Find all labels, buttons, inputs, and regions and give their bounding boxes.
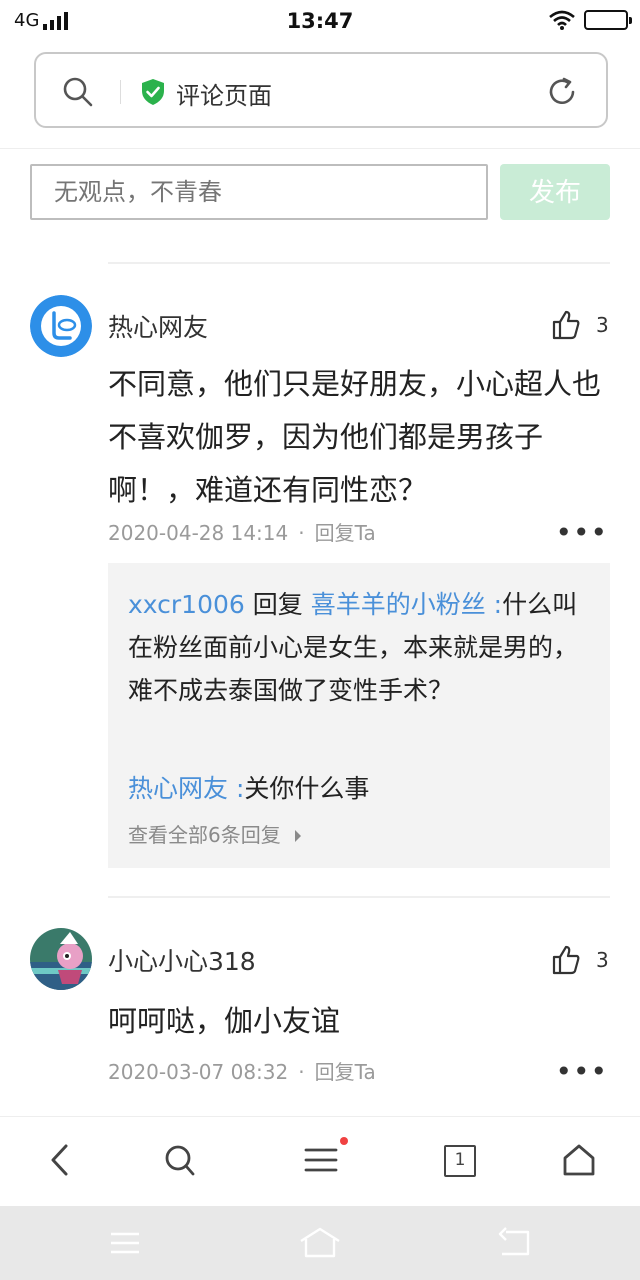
comment-text: 不同意，他们只是好朋友，小心超人也不喜欢伽罗，因为他们都是男孩子啊！，难道还有同… <box>108 367 602 507</box>
username[interactable]: 小心小心318 <box>108 942 256 978</box>
view-all-replies-link[interactable]: 查看全部6条回复 <box>128 819 303 848</box>
avatar[interactable] <box>30 295 92 357</box>
secure-shield-icon <box>142 79 164 105</box>
reply-from-user[interactable]: xxcr1006 <box>128 590 245 619</box>
wifi-icon <box>549 10 575 30</box>
header-divider <box>0 148 640 149</box>
comment-time: 2020-04-28 14:14 <box>108 521 289 545</box>
comment-meta: 2020-04-28 14:14 · 回复Ta <box>108 521 376 545</box>
publish-button[interactable]: 发布 <box>500 164 610 220</box>
system-back-icon[interactable] <box>496 1226 532 1260</box>
search-icon[interactable] <box>62 76 94 108</box>
more-options-icon[interactable]: ••• <box>555 516 608 549</box>
browser-bottom-nav: 1 <box>0 1116 640 1206</box>
system-nav-bar <box>0 1206 640 1280</box>
like-button[interactable]: 3 <box>552 945 609 975</box>
reply-from-user[interactable]: 热心网友 : <box>128 774 244 803</box>
refresh-icon[interactable] <box>546 76 578 108</box>
username[interactable]: 热心网友 <box>108 308 208 344</box>
back-icon[interactable] <box>48 1143 72 1177</box>
clock: 13:47 <box>286 9 354 33</box>
more-options-icon[interactable]: ••• <box>555 1055 608 1088</box>
address-bar[interactable]: 评论页面 <box>34 52 608 128</box>
view-all-label: 查看全部6条回复 <box>128 823 281 847</box>
like-button[interactable]: 3 <box>552 310 609 340</box>
menu-icon[interactable] <box>304 1143 338 1177</box>
reply-link[interactable]: 回复Ta <box>315 1060 376 1084</box>
search-icon[interactable] <box>164 1143 196 1177</box>
comment-input[interactable] <box>30 164 488 220</box>
system-home-icon[interactable] <box>298 1226 342 1260</box>
comment-text: 呵呵哒，伽小友谊 <box>108 1004 341 1038</box>
comment-time: 2020-03-07 08:32 <box>108 1060 289 1084</box>
user-avatar-image <box>30 928 92 990</box>
reply-box: xxcr1006 回复 喜羊羊的小粉丝 :什么叫在粉丝面前小心是女生，本来就是男… <box>108 563 610 868</box>
divider <box>108 262 610 264</box>
avatar[interactable] <box>30 928 92 990</box>
system-menu-icon[interactable] <box>108 1226 142 1260</box>
reply-link[interactable]: 回复Ta <box>315 521 376 545</box>
notification-dot <box>340 1137 348 1145</box>
tab-count: 1 <box>454 1150 466 1170</box>
battery-icon <box>584 10 632 30</box>
like-count: 3 <box>596 313 609 337</box>
home-icon[interactable] <box>562 1143 596 1177</box>
like-count: 3 <box>596 948 609 972</box>
reply-item[interactable]: xxcr1006 回复 喜羊羊的小粉丝 :什么叫在粉丝面前小心是女生，本来就是男… <box>128 583 598 712</box>
thumbs-up-icon <box>552 945 580 975</box>
reply-item[interactable]: 热心网友 :关你什么事 <box>128 769 369 805</box>
comment-meta: 2020-03-07 08:32 · 回复Ta <box>108 1060 376 1084</box>
reply-to-user[interactable]: 喜羊羊的小粉丝 : <box>311 590 502 619</box>
thumbs-up-icon <box>552 310 580 340</box>
reply-verb: 回复 <box>252 590 303 619</box>
status-bar: 4G 13:47 <box>0 0 640 44</box>
caret-right-icon <box>295 830 302 842</box>
address-divider <box>120 80 121 104</box>
user-avatar-icon <box>30 295 92 357</box>
page-title: 评论页面 <box>176 82 272 110</box>
tabs-icon[interactable]: 1 <box>444 1145 476 1177</box>
reply-text: 关你什么事 <box>244 774 370 803</box>
divider <box>108 896 610 898</box>
